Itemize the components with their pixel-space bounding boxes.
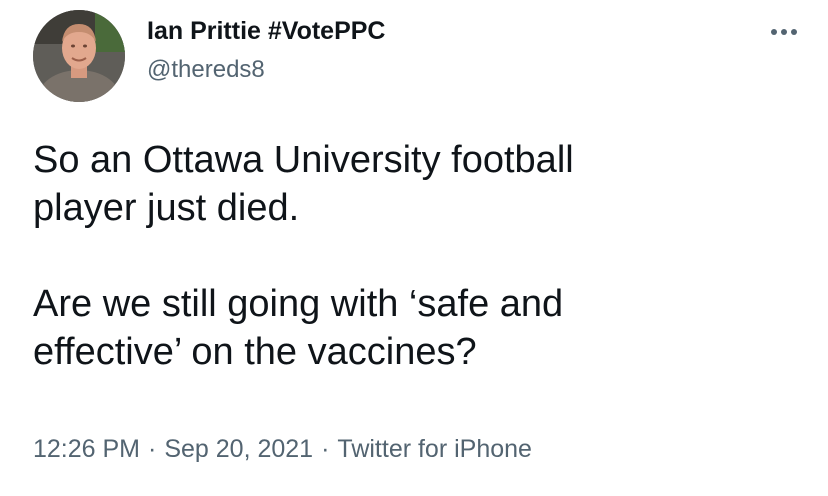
avatar-image [33,10,125,102]
tweet-text-line: player just died. [33,187,300,229]
tweet-card: Ian Prittie #VotePPC @thereds8 So an Ott… [0,0,828,496]
tweet-text-line: Are we still going with ‘safe and [33,283,564,325]
separator-dot: · [148,435,157,463]
more-horizontal-icon [771,29,797,35]
tweet-timestamp-time[interactable]: 12:26 PM [33,435,140,463]
tweet-source-link[interactable]: Twitter for iPhone [337,435,532,463]
tweet-text-line: So an Ottawa University football [33,139,574,181]
author-info: Ian Prittie #VotePPC @thereds8 [147,16,386,84]
author-handle[interactable]: @thereds8 [147,56,386,84]
avatar[interactable] [33,10,125,102]
separator-dot: · [321,435,330,463]
tweet-text-line: effective’ on the vaccines? [33,331,477,373]
more-options-button[interactable] [762,20,806,44]
tweet-metadata: 12:26 PM · Sep 20, 2021 · Twitter for iPhone [33,434,532,464]
author-display-name[interactable]: Ian Prittie #VotePPC [147,16,386,46]
tweet-text: So an Ottawa University football player … [33,136,793,376]
tweet-timestamp-date[interactable]: Sep 20, 2021 [164,435,313,463]
